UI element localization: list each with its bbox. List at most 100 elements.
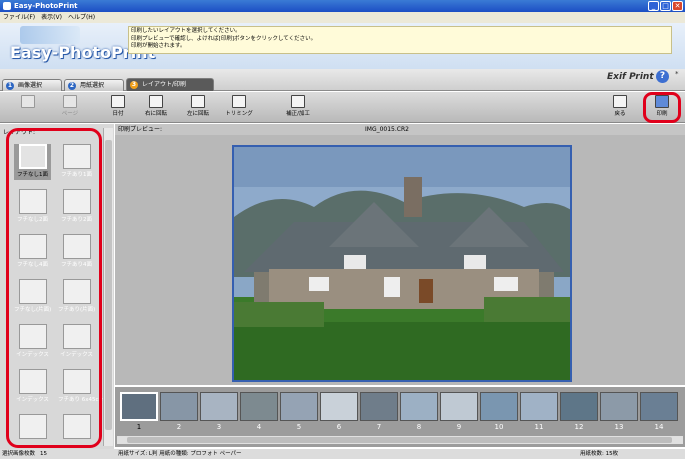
step-number: 2 [68, 82, 76, 90]
tool-label: 戻る [614, 111, 626, 117]
tool-page[interactable]: ページ [56, 93, 84, 121]
tool-date[interactable]: 日付 [104, 93, 132, 121]
logo: Easy-PhotoPrint [6, 26, 155, 64]
step-tabs: 1 画像選択 2 用紙選択 3 レイアウト/印刷 Exif Print ? * [0, 69, 685, 91]
layout-scrollbar[interactable] [103, 128, 113, 446]
house-photo [234, 147, 570, 380]
film-thumbnail[interactable] [600, 392, 638, 421]
instruction-box: 印刷したいレイアウトを選択してください。 印刷プレビューで確認し、よければ[印刷… [128, 26, 672, 54]
tool-label: ページ [61, 111, 79, 117]
tool-correct[interactable]: 補正/加工 [284, 93, 312, 121]
step-number: 1 [6, 82, 14, 90]
film-thumbnail[interactable] [640, 392, 678, 421]
film-thumbnail[interactable] [160, 392, 198, 421]
tool-trimming[interactable]: トリミング [225, 93, 253, 121]
film-number: 2 [176, 423, 182, 431]
film-number: 5 [296, 423, 302, 431]
tool-label: トリミング [225, 111, 253, 117]
help-marker: * [675, 70, 679, 78]
film-number: 11 [534, 423, 544, 431]
tab-image-select[interactable]: 1 画像選択 [2, 79, 62, 91]
filmstrip-scrollbar[interactable] [117, 436, 683, 444]
film-number: 1 [136, 423, 142, 431]
tab-label: 画像選択 [18, 82, 43, 89]
preview-label: 印刷プレビュー: [118, 126, 163, 133]
paper-info: 用紙サイズ: L判 用紙の種類: プロフォト ペーパー [118, 451, 242, 457]
film-thumbnail[interactable] [240, 392, 278, 421]
logo-graphic [20, 26, 80, 44]
maximize-button[interactable]: □ [660, 1, 671, 11]
film-number: 13 [614, 423, 624, 431]
menu-file[interactable]: ファイル(F) [3, 12, 35, 23]
tool-label: 左に回転 [186, 111, 209, 117]
back-arrow-icon [613, 95, 627, 108]
layout-panel: レイアウト: フチなし1面 フチあり1面 フチなし2面 フチあり2面 フチなし4… [0, 124, 114, 449]
film-thumbnail[interactable] [200, 392, 238, 421]
film-thumbnail[interactable] [120, 392, 158, 421]
instruction-line: 印刷が開始されます。 [131, 43, 186, 49]
page-icon [63, 95, 77, 108]
tab-label: 用紙選択 [80, 82, 105, 89]
print-highlight [643, 92, 681, 123]
film-thumbnail[interactable] [280, 392, 318, 421]
selected-count: 15 [40, 451, 47, 457]
status-bar: 選択画像枚数 15 用紙サイズ: L判 用紙の種類: プロフォト ペーパー 用紙… [0, 449, 685, 459]
window-title: Easy-PhotoPrint [14, 2, 78, 10]
preview-header: 印刷プレビュー: IMG_0015.CR2 [115, 124, 685, 135]
photo-preview [232, 145, 572, 382]
layout-highlight [6, 128, 102, 448]
banner: Easy-PhotoPrint 印刷したいレイアウトを選択してください。 印刷プ… [0, 23, 685, 69]
minimize-button[interactable]: _ [648, 1, 659, 11]
crop-icon [232, 95, 246, 108]
menu-bar: ファイル(F) 表示(V) ヘルプ(H) [0, 12, 685, 23]
menu-help[interactable]: ヘルプ(H) [68, 12, 95, 23]
film-number: 12 [574, 423, 584, 431]
preview-filename: IMG_0015.CR2 [365, 126, 409, 133]
app-icon [3, 2, 11, 10]
print-preview [115, 135, 685, 385]
rotate-right-icon [149, 95, 163, 108]
film-number: 3 [216, 423, 222, 431]
instruction-line: 印刷したいレイアウトを選択してください。 [131, 28, 241, 34]
film-thumbnail[interactable] [320, 392, 358, 421]
film-number: 6 [336, 423, 342, 431]
scrollbar-thumb[interactable] [127, 437, 672, 443]
tab-label: レイアウト/印刷 [142, 81, 187, 88]
exif-print-logo: Exif Print [607, 72, 654, 82]
film-number: 8 [416, 423, 422, 431]
film-number: 4 [256, 423, 262, 431]
instruction-line: 印刷プレビューで確認し、よければ[印刷]ボタンをクリックしてください。 [131, 35, 317, 42]
scrollbar-thumb[interactable] [105, 140, 112, 430]
paper-count: 用紙枚数: 15枚 [580, 451, 619, 457]
back-button[interactable]: 戻る [606, 93, 634, 121]
film-number: 9 [456, 423, 462, 431]
tab-paper-select[interactable]: 2 用紙選択 [64, 79, 124, 91]
date-icon [111, 95, 125, 108]
title-bar: Easy-PhotoPrint _ □ ✕ [0, 0, 685, 12]
film-number: 14 [654, 423, 664, 431]
film-number: 10 [494, 423, 504, 431]
page-prev-icon [21, 95, 35, 108]
tool-label: 日付 [112, 111, 124, 117]
tool-prev-page[interactable] [14, 93, 42, 121]
filmstrip: 1 2 3 4 5 6 7 8 9 10 11 12 13 14 [115, 387, 685, 447]
film-thumbnail[interactable] [360, 392, 398, 421]
tab-layout-print[interactable]: 3 レイアウト/印刷 [126, 78, 214, 91]
tool-rotate-left[interactable]: 左に回転 [184, 93, 212, 121]
selected-count-label: 選択画像枚数 [2, 451, 36, 457]
rotate-left-icon [191, 95, 205, 108]
tool-label: 右に回転 [144, 111, 167, 117]
film-thumbnail[interactable] [520, 392, 558, 421]
step-number: 3 [130, 81, 138, 89]
help-button[interactable]: ? [656, 70, 669, 83]
film-number: 7 [376, 423, 382, 431]
film-thumbnail[interactable] [400, 392, 438, 421]
adjust-icon [291, 95, 305, 108]
tool-label: 補正/加工 [286, 111, 310, 117]
film-thumbnail[interactable] [560, 392, 598, 421]
tool-rotate-right[interactable]: 右に回転 [142, 93, 170, 121]
menu-view[interactable]: 表示(V) [41, 12, 62, 23]
film-thumbnail[interactable] [440, 392, 478, 421]
close-button[interactable]: ✕ [672, 1, 683, 11]
film-thumbnail[interactable] [480, 392, 518, 421]
